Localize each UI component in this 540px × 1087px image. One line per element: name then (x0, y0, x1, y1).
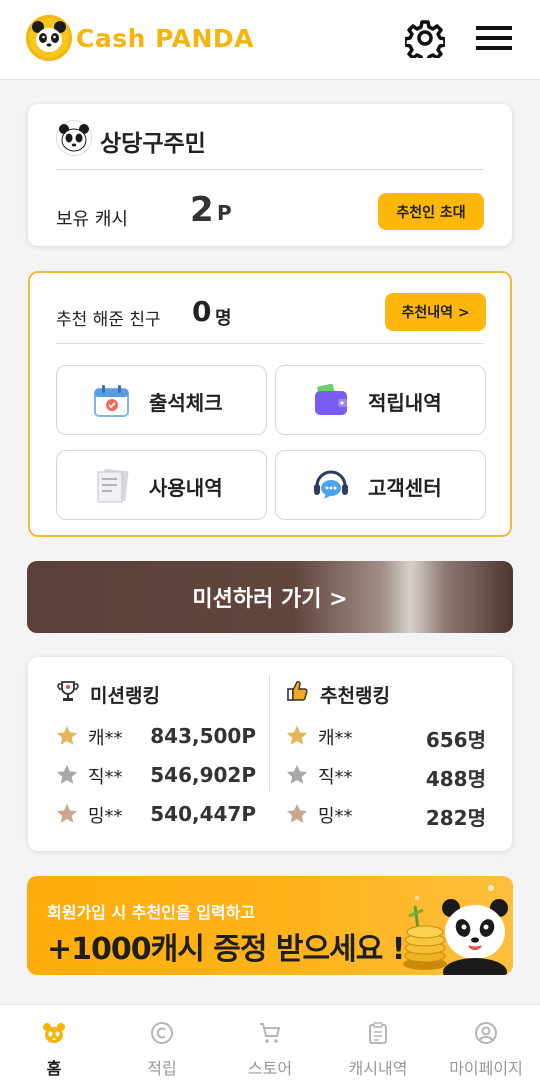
ranker-value: 282명 (425, 806, 486, 830)
cart-icon (260, 1023, 280, 1043)
receipt-icon (93, 468, 131, 504)
hamburger-menu-icon (476, 26, 512, 50)
bronze-star-icon (56, 803, 78, 823)
tile-label: 적립내역 (368, 391, 442, 415)
clipboard-icon (369, 1022, 387, 1044)
divider (269, 675, 270, 791)
calendar-icon (93, 383, 131, 419)
divider (56, 169, 484, 170)
ranker-value: 843,500P (150, 724, 256, 748)
referral-ranking-title: 추천랭킹 (320, 685, 390, 707)
silver-star-icon (286, 764, 308, 784)
user-name: 상당구주민 (100, 131, 206, 157)
ranker-name: 밍** (318, 806, 353, 827)
nav-earn[interactable]: 적립 (108, 1005, 216, 1087)
earn-history-button[interactable]: 적립내역 (275, 365, 486, 435)
thumbs-up-icon (286, 679, 310, 703)
gold-star-icon (286, 725, 308, 745)
panda-avatar-icon (56, 120, 92, 156)
nav-label: 스토어 (247, 1059, 293, 1078)
referral-history-button[interactable]: 추천내역 > (385, 293, 486, 331)
banner-line-1: 회원가입 시 추천인을 입력하고 (47, 903, 256, 922)
ranker-name: 밍** (88, 806, 123, 827)
ranker-value: 488명 (425, 767, 486, 791)
ranking-row: 직** 488명 (286, 761, 486, 791)
nav-label: 적립 (147, 1059, 177, 1078)
nav-label: 캐시내역 (348, 1059, 408, 1078)
ranker-value: 546,902P (150, 763, 256, 787)
panda-coins-illustration-icon (403, 885, 508, 975)
ranker-value: 656명 (425, 728, 486, 752)
panda-logo-icon (26, 15, 72, 61)
app-header: Cash PANDA (0, 0, 540, 80)
bottom-navigation: 홈 적립 스토어 캐시내역 마이페이지 (0, 1004, 540, 1087)
nav-label: 홈 (46, 1059, 62, 1078)
nav-label: 마이페이지 (449, 1059, 523, 1078)
logo-text-cash: Cash (76, 23, 146, 53)
ranking-card: 미션랭킹 추천랭킹 캐** 843,500P 직** 546,902P 밍** … (28, 657, 512, 851)
ranking-row: 밍** 282명 (286, 800, 486, 830)
bronze-star-icon (286, 803, 308, 823)
trophy-icon (56, 679, 80, 703)
ranker-value: 540,447P (150, 802, 256, 826)
headset-chat-icon (312, 468, 350, 504)
tile-label: 사용내역 (149, 476, 223, 500)
invite-button[interactable]: 추천인 초대 (378, 193, 484, 230)
nav-home[interactable]: 홈 (0, 1005, 108, 1087)
app-logo[interactable]: Cash PANDA (26, 15, 254, 61)
tile-label: 출석체크 (149, 391, 223, 415)
referral-count: 0 (192, 295, 212, 328)
user-circle-icon (475, 1022, 497, 1044)
menu-button[interactable] (476, 23, 512, 53)
cash-value: 2 (190, 190, 214, 230)
banner-line-2: +1000캐시 증정 받으세요 ! (47, 932, 405, 967)
home-panda-icon (43, 1023, 65, 1043)
referral-label: 추천 해준 친구 (56, 310, 161, 330)
cash-unit: P (217, 201, 232, 225)
promo-banner[interactable]: 회원가입 시 추천인을 입력하고 +1000캐시 증정 받으세요 ! (27, 876, 513, 975)
ranking-row: 밍** 540,447P (56, 800, 256, 830)
profile-card: 상당구주민 보유 캐시 2 P 추천인 초대 (28, 104, 512, 246)
mission-ranking-title: 미션랭킹 (90, 685, 160, 707)
attendance-check-button[interactable]: 출석체크 (56, 365, 267, 435)
logo-text-panda: PANDA (155, 23, 255, 53)
tile-label: 고객센터 (368, 476, 442, 500)
referral-count-unit: 명 (215, 308, 232, 329)
ranking-row: 캐** 656명 (286, 722, 486, 752)
nav-mypage[interactable]: 마이페이지 (432, 1005, 540, 1087)
settings-button[interactable] (403, 18, 447, 64)
ranker-name: 직** (318, 767, 353, 788)
silver-star-icon (56, 764, 78, 784)
ranking-row: 캐** 843,500P (56, 722, 256, 752)
nav-cash-history[interactable]: 캐시내역 (324, 1005, 432, 1087)
coin-c-icon (151, 1022, 173, 1044)
divider (56, 343, 484, 344)
ranking-row: 직** 546,902P (56, 761, 256, 791)
gear-icon (403, 20, 447, 64)
ranker-name: 캐** (88, 728, 123, 749)
usage-history-button[interactable]: 사용내역 (56, 450, 267, 520)
ranker-name: 직** (88, 767, 123, 788)
wallet-icon (312, 383, 350, 419)
ranker-name: 캐** (318, 728, 353, 749)
gold-star-icon (56, 725, 78, 745)
referral-card: 추천 해준 친구 0 명 추천내역 > 출석체크 적립내역 사용내역 고객센터 (28, 271, 512, 537)
nav-store[interactable]: 스토어 (216, 1005, 324, 1087)
cash-label: 보유 캐시 (56, 209, 128, 230)
customer-center-button[interactable]: 고객센터 (275, 450, 486, 520)
logo-text: Cash PANDA (76, 24, 254, 53)
go-mission-button[interactable]: 미션하러 가기 > (27, 561, 513, 633)
